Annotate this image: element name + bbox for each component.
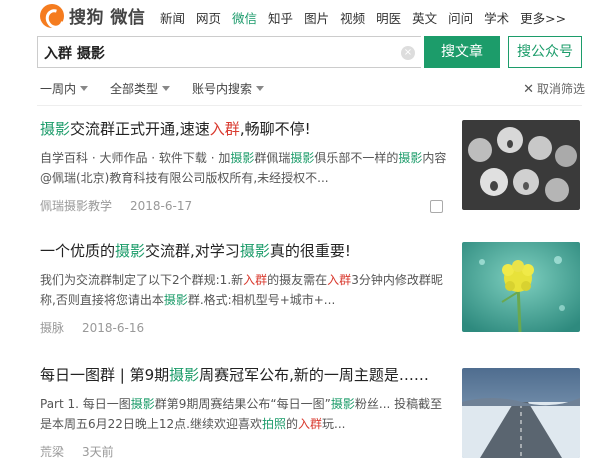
flower-photo-image <box>462 242 580 332</box>
result-date: 2018-6-16 <box>82 321 145 335</box>
filter-bar: 一周内 全部类型 账号内搜索 ✕ 取消筛选 <box>40 80 585 98</box>
result-source[interactable]: 荒梁 <box>40 445 64 459</box>
filter-account[interactable]: 账号内搜索 <box>192 80 265 97</box>
search-articles-button[interactable]: 搜文章 <box>424 36 500 68</box>
text-run: 俱乐部不一样的 <box>314 151 399 165</box>
nav-item[interactable]: 视频 <box>340 8 365 27</box>
result-thumbnail[interactable] <box>462 120 580 210</box>
chevron-down-icon <box>80 86 89 91</box>
filter-type[interactable]: 全部类型 <box>110 80 171 97</box>
result-snippet: Part 1. 每日一图摄影群第9期周赛结果公布“每日一图”摄影粉丝... 投稿… <box>40 394 450 434</box>
clear-filter-button[interactable]: ✕ 取消筛选 <box>523 80 585 97</box>
close-icon: ✕ <box>523 82 534 97</box>
text-run: 自学百科 · 大师作品 · 软件下载 · 加 <box>40 151 231 165</box>
result-date: 2018-6-17 <box>130 199 193 213</box>
nav-item[interactable]: 英文 <box>412 8 437 27</box>
text-run: ,畅聊不停! <box>239 120 311 138</box>
keyword-highlight: 摄影 <box>239 242 270 260</box>
keyword-highlight: 入群 <box>243 273 268 287</box>
nav-item[interactable]: 微信 <box>232 8 257 27</box>
nav-item[interactable]: 学术 <box>484 8 509 27</box>
text-run: 一个优质的 <box>40 242 116 260</box>
nav-item[interactable]: 更多>> <box>520 8 566 27</box>
chevron-down-icon <box>256 86 265 91</box>
nav-item[interactable]: 网页 <box>196 8 221 27</box>
filter-type-label: 全部类型 <box>110 82 159 96</box>
result-item: 每日一图群 | 第9期摄影周赛冠军公布,新的一周主题是…… Part 1. 每日… <box>40 364 585 460</box>
search-accounts-button[interactable]: 搜公众号 <box>508 36 582 68</box>
result-snippet: 自学百科 · 大师作品 · 软件下载 · 加摄影群佩瑞摄影俱乐部不一样的摄影内容… <box>40 148 450 188</box>
result-thumbnail[interactable] <box>462 368 580 458</box>
text-run: 玩... <box>322 417 346 431</box>
text-run: 的 <box>286 417 299 431</box>
divider <box>37 105 582 106</box>
text-run: 群第9期周赛结果公布“每日一图” <box>154 397 331 411</box>
clear-filter-label: 取消筛选 <box>536 82 585 96</box>
vertical-nav: 新闻 网页 微信 知乎 图片 视频 明医 英文 问问 学术 更多>> <box>160 8 577 27</box>
result-date: 3天前 <box>82 445 114 459</box>
keyword-highlight: 入群 <box>298 417 323 431</box>
nav-item[interactable]: 问问 <box>448 8 473 27</box>
text-run: 群佩瑞 <box>254 151 291 165</box>
text-run: 的摄友需在 <box>267 273 328 287</box>
search-box[interactable]: 入群 摄影 × <box>37 36 421 68</box>
text-run: 每日一图群 | 第9期 <box>40 366 170 384</box>
nav-item[interactable]: 明医 <box>376 8 401 27</box>
keyword-highlight: 拍照 <box>262 417 287 431</box>
logo-text: 搜狗 微信 <box>69 8 146 28</box>
result-thumbnail[interactable] <box>462 242 580 332</box>
keyword-highlight: 摄影 <box>230 151 255 165</box>
keyword-highlight: 摄影 <box>169 366 200 384</box>
keyword-highlight: 摄影 <box>115 242 146 260</box>
keyword-highlight: 入群 <box>209 120 240 138</box>
clear-icon[interactable]: × <box>401 46 415 60</box>
nav-item[interactable]: 图片 <box>304 8 329 27</box>
sogou-logo-icon <box>40 3 64 28</box>
road-photo-image <box>462 368 580 458</box>
text-run: 交流群正式开通,速速 <box>70 120 210 138</box>
text-run: 我们为交流群制定了以下2个群规:1.新 <box>40 273 244 287</box>
text-run: 真的很重要! <box>269 242 351 260</box>
keyword-highlight: 摄影 <box>40 120 71 138</box>
chevron-down-icon <box>162 86 171 91</box>
result-item: 摄影交流群正式开通,速速入群,畅聊不停! 自学百科 · 大师作品 · 软件下载 … <box>40 118 585 214</box>
top-nav-bar: 搜狗 微信 新闻 网页 微信 知乎 图片 视频 明医 英文 问问 学术 更多>> <box>0 0 600 34</box>
filter-account-label: 账号内搜索 <box>192 82 253 96</box>
text-run: Part 1. 每日一图 <box>40 397 131 411</box>
keyword-highlight: 摄影 <box>163 293 188 307</box>
text-run: 周赛冠军公布,新的一周主题是…… <box>199 366 429 384</box>
keyword-highlight: 摄影 <box>330 397 355 411</box>
children-photo-image <box>462 120 580 210</box>
sogou-weixin-logo[interactable]: 搜狗 微信 <box>40 3 145 28</box>
result-source[interactable]: 摄脉 <box>40 321 64 335</box>
keyword-highlight: 摄影 <box>130 397 155 411</box>
filter-time-label: 一周内 <box>40 82 77 96</box>
nav-item[interactable]: 新闻 <box>160 8 185 27</box>
result-snippet: 我们为交流群制定了以下2个群规:1.新入群的摄友需在入群3分钟内修改群昵称,否则… <box>40 270 450 310</box>
nav-item[interactable]: 知乎 <box>268 8 293 27</box>
share-icon[interactable] <box>430 200 443 213</box>
result-source[interactable]: 佩瑞摄影教学 <box>40 199 112 213</box>
search-input[interactable]: 入群 摄影 <box>44 43 105 63</box>
result-item: 一个优质的摄影交流群,对学习摄影真的很重要! 我们为交流群制定了以下2个群规:1… <box>40 240 585 336</box>
keyword-highlight: 摄影 <box>398 151 423 165</box>
keyword-highlight: 摄影 <box>290 151 315 165</box>
keyword-highlight: 入群 <box>327 273 352 287</box>
filter-time[interactable]: 一周内 <box>40 80 89 97</box>
text-run: 群.格式:相机型号+城市+... <box>187 293 336 307</box>
text-run: 交流群,对学习 <box>145 242 240 260</box>
